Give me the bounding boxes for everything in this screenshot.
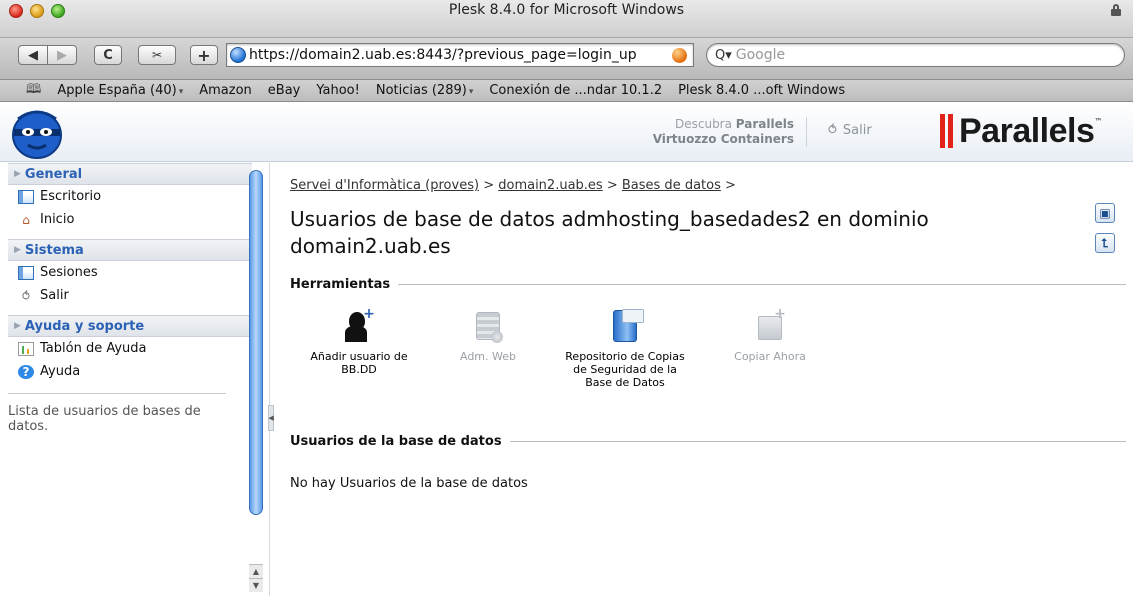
copy-now-button: + Copiar Ahora [734, 306, 806, 363]
bookmark-conexion[interactable]: Conexión de ...ndar 10.1.2 [489, 83, 662, 98]
address-bar[interactable]: https://domain2.uab.es:8443/?previous_pa… [226, 43, 694, 67]
help-desk-icon [18, 341, 34, 356]
bookmark-ebay[interactable]: eBay [268, 83, 301, 98]
page-title: Usuarios de base de datos admhosting_bas… [290, 207, 929, 258]
bookmark-amazon[interactable]: Amazon [199, 83, 252, 98]
sidebar: ▶ General Escritorio ⌂ Inicio ▶ Sistema … [8, 163, 270, 596]
main-content: Servei d'Informàtica (proves) > domain2.… [290, 163, 1133, 596]
backup-repository-icon [609, 308, 644, 344]
parallels-bars-icon [940, 114, 953, 148]
web-admin-icon [472, 308, 504, 344]
tools-heading: Herramientas [290, 276, 1126, 292]
add-db-user-button[interactable]: + Añadir usuario de BB.DD [288, 307, 430, 376]
sidebar-item-sesiones[interactable]: Sesiones [8, 261, 252, 284]
sidebar-item-tablon-ayuda[interactable]: Tablón de Ayuda [8, 337, 252, 360]
section-expand-icon: ▶ [14, 169, 21, 179]
bookmarks-book-icon[interactable]: 🕮 [26, 80, 41, 102]
browser-toolbar: ◀ ▶ C ✂ + https://domain2.uab.es:8443/?p… [0, 38, 1133, 80]
collapse-sidebar-button[interactable]: ◀ [268, 405, 274, 431]
sidebar-section-general[interactable]: ▶ General [8, 163, 252, 185]
home-icon: ⌂ [22, 212, 30, 227]
web-admin-button: Adm. Web [428, 308, 548, 363]
bookmark-yahoo[interactable]: Yahoo! [316, 83, 359, 98]
breadcrumb: Servei d'Informàtica (proves) > domain2.… [290, 178, 736, 193]
globe-icon [230, 47, 246, 63]
logout-icon: ⥀ [21, 288, 31, 303]
sessions-icon [18, 265, 34, 280]
plesk-logo-icon[interactable] [8, 107, 66, 161]
section-expand-icon: ▶ [14, 245, 21, 255]
chevron-down-icon: ▾ [468, 87, 474, 97]
search-field[interactable]: Q▾ Google [706, 43, 1125, 67]
section-expand-icon: ▶ [14, 321, 21, 331]
desktop-icon [18, 189, 34, 204]
bookmark-plesk[interactable]: Plesk 8.4.0 ...oft Windows [678, 83, 845, 98]
bookmark-noticias[interactable]: Noticias (289) ▾ [376, 83, 474, 98]
plesk-header: Descubra Parallels Virtuozzo Containers … [0, 103, 1133, 162]
add-bookmark-button[interactable]: + [190, 45, 218, 65]
snapback-icon[interactable] [672, 48, 687, 63]
help-icon: ? [18, 364, 34, 379]
users-heading: Usuarios de la base de datos [290, 433, 1126, 449]
forward-button[interactable]: ▶ [47, 45, 77, 65]
add-user-icon: + [343, 307, 375, 344]
scroll-down-arrow-icon[interactable]: ▼ [249, 578, 263, 592]
scroll-up-arrow-icon[interactable]: ▲ [249, 564, 263, 578]
url-text[interactable]: https://domain2.uab.es:8443/?previous_pa… [249, 47, 637, 63]
window-title: Plesk 8.4.0 for Microsoft Windows [448, 2, 685, 18]
sidebar-section-sistema[interactable]: ▶ Sistema [8, 239, 252, 261]
up-level-icon[interactable]: ⮤ [1095, 233, 1115, 253]
sidebar-item-inicio[interactable]: ⌂ Inicio [8, 208, 252, 231]
window-titlebar: Plesk 8.4.0 for Microsoft Windows [0, 0, 1133, 38]
empty-list-message: No hay Usuarios de la base de datos [290, 476, 528, 491]
header-logout-button[interactable]: ⥀ Salir [828, 123, 872, 138]
search-icon[interactable]: Q▾ [715, 48, 732, 63]
breadcrumb-link-databases[interactable]: Bases de datos [622, 178, 721, 193]
reload-button[interactable]: C [94, 45, 122, 65]
sidebar-item-escritorio[interactable]: Escritorio [8, 185, 252, 208]
bookmark-apple[interactable]: Apple España (40) ▾ [57, 83, 183, 98]
header-divider [806, 117, 807, 147]
parallels-logo[interactable]: Parallels ™ [940, 111, 1102, 151]
chevron-down-icon: ▾ [178, 87, 184, 97]
sidebar-item-ayuda[interactable]: ? Ayuda [8, 360, 252, 383]
lock-icon [1111, 4, 1121, 16]
sidebar-scrollbar[interactable]: ▲ ▼ [249, 170, 263, 592]
sidebar-help-text: Lista de usuarios de bases de datos. [8, 404, 201, 434]
copy-now-icon: + [754, 307, 786, 344]
parallels-wordmark: Parallels [959, 111, 1095, 150]
breadcrumb-link-client[interactable]: Servei d'Informàtica (proves) [290, 178, 479, 193]
sidebar-section-ayuda[interactable]: ▶ Ayuda y soporte [8, 315, 252, 337]
sidebar-scroll-thumb[interactable] [249, 170, 263, 515]
back-button[interactable]: ◀ [18, 45, 48, 65]
print-screen-icon[interactable]: ▣ [1095, 203, 1115, 223]
snippet-button[interactable]: ✂ [138, 45, 176, 65]
breadcrumb-link-domain[interactable]: domain2.uab.es [498, 178, 602, 193]
sidebar-item-salir[interactable]: ⥀ Salir [8, 284, 252, 307]
logout-icon: ⥀ [828, 123, 837, 138]
tools-group: + Añadir usuario de BB.DD Adm. Web Repos… [288, 306, 850, 408]
search-placeholder: Google [735, 47, 786, 63]
virtuozzo-promo-link[interactable]: Descubra Parallels Virtuozzo Containers [614, 117, 794, 147]
backup-repository-button[interactable]: Repositorio de Copias de Seguridad de la… [560, 308, 690, 389]
bookmarks-bar: 🕮 Apple España (40) ▾ Amazon eBay Yahoo! … [0, 80, 1133, 102]
